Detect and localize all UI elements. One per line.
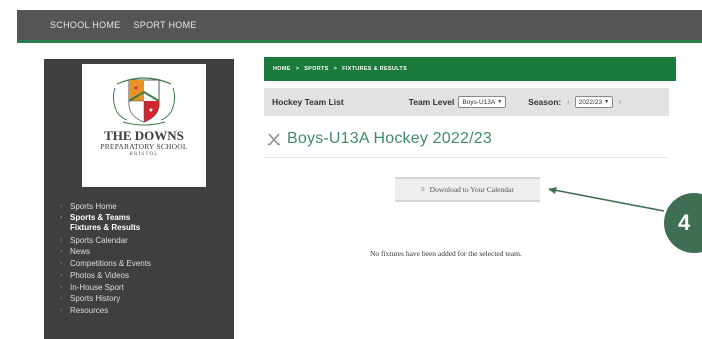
school-name: THE DOWNS bbox=[104, 128, 184, 143]
team-level-label: Team Level bbox=[408, 97, 455, 107]
sidebar: THE DOWNS PREPARATORY SCHOOL BRISTOL Spo… bbox=[44, 59, 234, 339]
download-calendar-button[interactable]: ≡ Download to Your Calendar bbox=[395, 177, 540, 202]
sidebar-item-news[interactable]: News bbox=[60, 246, 234, 258]
school-subtitle: PREPARATORY SCHOOL bbox=[100, 142, 188, 151]
breadcrumb-fixtures[interactable]: FIXTURES & RESULTS bbox=[342, 66, 407, 72]
list-icon: ≡ bbox=[421, 186, 425, 193]
sports-nav: Sports Home Sports & Teams Fixtures & Re… bbox=[60, 201, 234, 317]
sidebar-item-resources[interactable]: Resources bbox=[60, 305, 234, 317]
breadcrumb-separator: > bbox=[295, 66, 300, 72]
chevron-down-icon: ▼ bbox=[604, 99, 610, 105]
team-list-label: Hockey Team List bbox=[272, 97, 344, 107]
school-location: BRISTOL bbox=[129, 152, 159, 157]
step-number: 4 bbox=[678, 210, 691, 235]
annotation-arrow-icon bbox=[548, 187, 665, 212]
step-number-badge: 4 bbox=[664, 193, 702, 253]
sidebar-item-sports-calendar[interactable]: Sports Calendar bbox=[60, 235, 234, 247]
sidebar-item-photos[interactable]: Photos & Videos bbox=[60, 270, 234, 282]
crossed-hockey-sticks-icon bbox=[267, 133, 281, 146]
team-level-select[interactable]: Boys-U13A ▼ bbox=[458, 96, 507, 108]
sidebar-item-competitions[interactable]: Competitions & Events bbox=[60, 258, 234, 270]
top-navigation: SCHOOL HOME SPORT HOME bbox=[17, 10, 702, 43]
chevron-down-icon: ▼ bbox=[497, 99, 503, 105]
team-level-value: Boys-U13A bbox=[462, 98, 496, 106]
school-logo[interactable]: THE DOWNS PREPARATORY SCHOOL BRISTOL bbox=[82, 64, 206, 187]
title-divider bbox=[264, 157, 669, 158]
school-crest-icon bbox=[112, 77, 176, 126]
season-select[interactable]: 2022/23 ▼ bbox=[574, 96, 614, 108]
download-calendar-label: Download to Your Calendar bbox=[429, 185, 514, 194]
sidebar-item-sports-home[interactable]: Sports Home bbox=[60, 201, 234, 213]
sidebar-item-history[interactable]: Sports History bbox=[60, 293, 234, 305]
sidebar-item-in-house[interactable]: In-House Sport bbox=[60, 282, 234, 294]
season-value: 2022/23 bbox=[578, 98, 603, 106]
breadcrumb-sports[interactable]: SPORTS bbox=[304, 66, 328, 72]
page-title-text: Boys-U13A Hockey 2022/23 bbox=[287, 130, 492, 147]
sport-home-link[interactable]: SPORT HOME bbox=[133, 20, 196, 30]
page-title: Boys-U13A Hockey 2022/23 bbox=[267, 130, 492, 148]
breadcrumb-separator: > bbox=[333, 66, 338, 72]
school-home-link[interactable]: SCHOOL HOME bbox=[50, 20, 120, 30]
sidebar-item-sports-teams[interactable]: Sports & Teams Fixtures & Results bbox=[60, 212, 234, 233]
team-filter-bar: Hockey Team List Team Level Boys-U13A ▼ … bbox=[264, 88, 669, 116]
season-label: Season: bbox=[528, 97, 562, 107]
breadcrumb-home[interactable]: HOME bbox=[273, 66, 291, 72]
next-season-icon[interactable]: › bbox=[619, 99, 621, 106]
sidebar-item-label-secondary: Fixtures & Results bbox=[70, 222, 141, 232]
breadcrumb: HOME > SPORTS > FIXTURES & RESULTS bbox=[264, 57, 676, 81]
previous-season-icon[interactable]: ‹ bbox=[567, 99, 569, 106]
sidebar-item-label: Sports & Teams bbox=[70, 212, 131, 222]
no-fixtures-message: No fixtures have been added for the sele… bbox=[370, 249, 522, 258]
